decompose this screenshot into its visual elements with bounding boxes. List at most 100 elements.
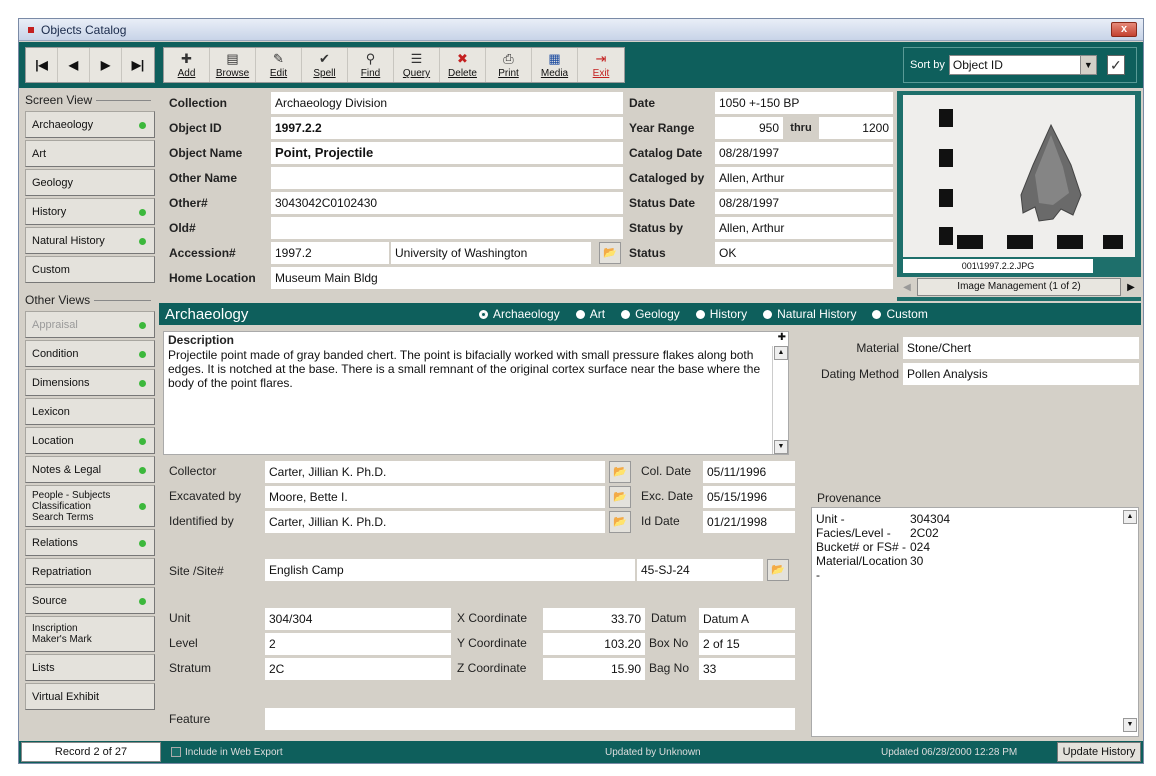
other-view-repatriation[interactable]: Repatriation [25,558,155,585]
y-coordinate-field[interactable]: 103.20 [543,633,645,655]
z-coordinate-field[interactable]: 15.90 [543,658,645,680]
screen-view-custom[interactable]: Custom [25,256,155,283]
date-field[interactable]: 1050 +-150 BP [715,91,893,114]
exit-button[interactable]: ⇥ Exit [578,48,624,82]
status-by-field[interactable]: Allen, Arthur [715,216,893,239]
folder-icon[interactable]: 📂 [599,241,621,264]
site-field[interactable]: English Camp [265,559,635,581]
radio-dot-icon[interactable] [763,309,773,319]
scroll-down-icon[interactable]: ▼ [774,440,788,454]
exc-date-field[interactable]: 05/15/1996 [703,486,795,508]
accession-field[interactable]: 1997.2 [271,241,389,264]
other-view-virtual-exhibit[interactable]: Virtual Exhibit [25,683,155,710]
identifier-folder-icon[interactable]: 📂 [609,511,631,533]
site-folder-icon[interactable]: 📂 [767,559,789,581]
level-field[interactable]: 2 [265,633,451,655]
print-button[interactable]: ⎙ Print [486,48,532,82]
artifact-image[interactable] [903,95,1135,257]
screen-view-natural-history[interactable]: Natural History [25,227,155,254]
screen-view-history[interactable]: History [25,198,155,225]
site-number-field[interactable]: 45-SJ-24 [637,559,763,581]
other-view-lists[interactable]: Lists [25,654,155,681]
chevron-down-icon[interactable]: ▼ [1079,56,1096,74]
radio-art[interactable]: Art [575,307,605,321]
other-name-field[interactable] [271,166,623,189]
other-view-appraisal[interactable]: Appraisal [25,311,155,338]
feature-field[interactable] [265,708,795,730]
media-button[interactable]: ▦ Media [532,48,578,82]
description-scrollbar[interactable]: ▲ ▼ [772,346,788,454]
radio-dot-icon[interactable] [575,309,585,319]
provenance-box[interactable]: Unit - 304304 Facies/Level - 2C02 Bucket# or… [811,507,1139,737]
x-coordinate-field[interactable]: 33.70 [543,608,645,630]
delete-button[interactable]: ✖ Delete [440,48,486,82]
next-image-icon[interactable]: ▶ [1121,282,1141,293]
radio-history[interactable]: History [695,307,747,321]
first-record-button[interactable]: |◀ [26,48,58,82]
radio-custom[interactable]: Custom [872,307,928,321]
spell-button[interactable]: ✔ Spell [302,48,348,82]
other-view-dimensions[interactable]: Dimensions [25,369,155,396]
screen-view-art[interactable]: Art [25,140,155,167]
radio-dot-icon[interactable] [621,309,631,319]
checklist-icon[interactable]: ✓ [1106,55,1125,75]
object-name-field[interactable]: Point, Projectile [271,141,623,164]
other-number-field[interactable]: 3043042C0102430 [271,191,623,214]
excavated-by-field[interactable]: Moore, Bette I. [265,486,605,508]
collector-folder-icon[interactable]: 📂 [609,461,631,483]
prev-image-icon[interactable]: ◀ [897,282,917,293]
screen-view-archaeology[interactable]: Archaeology [25,111,155,138]
object-id-field[interactable]: 1997.2.2 [271,116,623,139]
dating-method-field[interactable]: Pollen Analysis [903,363,1139,385]
last-record-button[interactable]: ▶| [122,48,154,82]
stratum-field[interactable]: 2C [265,658,451,680]
add-button[interactable]: ✚ Add [164,48,210,82]
accession-source-field[interactable]: University of Washington [391,241,591,264]
scroll-up-icon[interactable]: ▲ [774,346,788,360]
radio-archaeology[interactable]: Archaeology [479,307,560,321]
status-date-field[interactable]: 08/28/1997 [715,191,893,214]
radio-dot-icon[interactable] [872,309,882,319]
collection-field[interactable]: Archaeology Division [271,91,623,114]
other-view-condition[interactable]: Condition [25,340,155,367]
next-record-button[interactable]: ▶ [90,48,122,82]
edit-button[interactable]: ✎ Edit [256,48,302,82]
status-field[interactable]: OK [715,241,893,264]
query-button[interactable]: ☰ Query [394,48,440,82]
cataloged-by-field[interactable]: Allen, Arthur [715,166,893,189]
prev-record-button[interactable]: ◀ [58,48,90,82]
col-date-field[interactable]: 05/11/1996 [703,461,795,483]
id-date-field[interactable]: 01/21/1998 [703,511,795,533]
collector-field[interactable]: Carter, Jillian K. Ph.D. [265,461,605,483]
description-box[interactable]: Description Projectile point made of gra… [163,331,789,455]
other-view-lexicon[interactable]: Lexicon [25,398,155,425]
image-management-button[interactable]: Image Management (1 of 2) [917,278,1121,296]
box-number-field[interactable]: 2 of 15 [699,633,795,655]
scroll-down-icon[interactable]: ▼ [1123,718,1137,732]
other-view-source[interactable]: Source [25,587,155,614]
other-view-inscription[interactable]: Inscription Maker's Mark [25,616,155,652]
radio-dot-icon[interactable] [479,309,488,319]
update-history-button[interactable]: Update History [1057,742,1141,762]
other-view-notes-legal[interactable]: Notes & Legal [25,456,155,483]
identified-by-field[interactable]: Carter, Jillian K. Ph.D. [265,511,605,533]
unit-field[interactable]: 304/304 [265,608,451,630]
catalog-date-field[interactable]: 08/28/1997 [715,141,893,164]
old-number-field[interactable] [271,216,623,239]
bag-number-field[interactable]: 33 [699,658,795,680]
web-export-checkbox[interactable]: Include in Web Export [171,747,283,758]
other-view-relations[interactable]: Relations [25,529,155,556]
home-location-field[interactable]: Museum Main Bldg [271,266,893,289]
provenance-scrollbar[interactable]: ▲ ▼ [1122,508,1138,734]
year-to-field[interactable]: 1200 [819,116,893,139]
browse-button[interactable]: ▤ Browse [210,48,256,82]
datum-field[interactable]: Datum A [699,608,795,630]
checkbox-icon[interactable] [171,747,181,757]
radio-natural-history[interactable]: Natural History [763,307,856,321]
close-button[interactable]: x [1111,22,1137,37]
year-from-field[interactable]: 950 [715,116,783,139]
radio-dot-icon[interactable] [695,309,705,319]
other-view-people-subjects[interactable]: People - Subjects Classification Search … [25,485,155,527]
expand-icon[interactable]: ✚ [778,332,786,343]
scroll-up-icon[interactable]: ▲ [1123,510,1137,524]
